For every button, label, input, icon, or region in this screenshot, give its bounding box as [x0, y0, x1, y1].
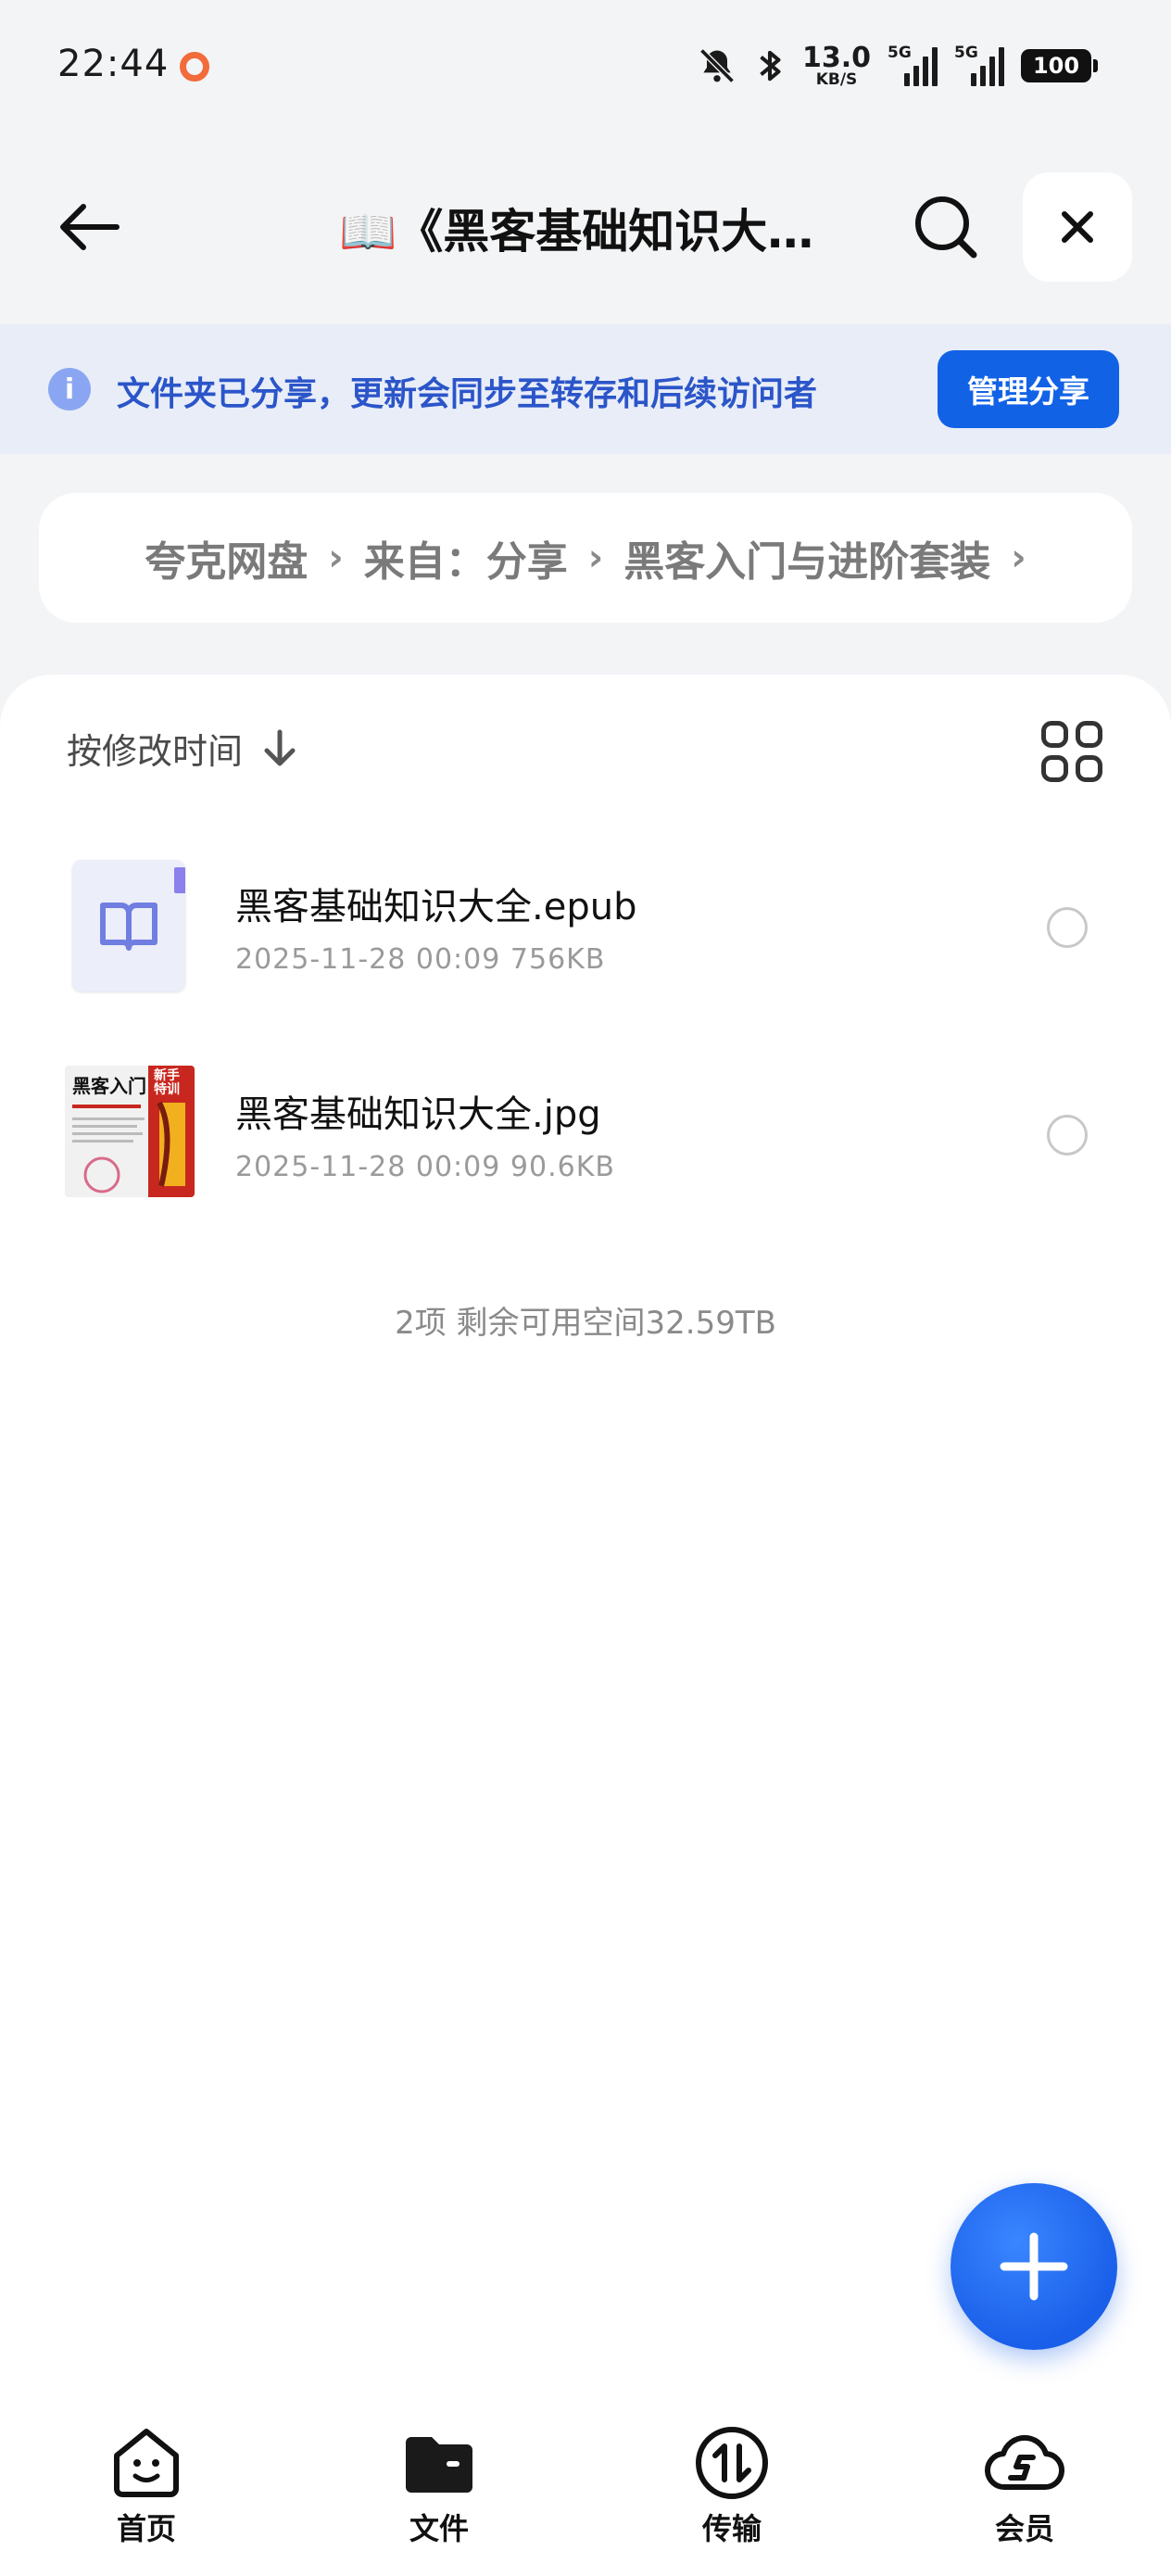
manage-share-button[interactable]: 管理分享: [938, 350, 1119, 428]
epub-file-icon: [72, 860, 185, 991]
page-title: 📖《黑客基础知识大全》: [339, 205, 821, 259]
bottom-nav: 首页 文件 传输 会员: [0, 2409, 1171, 2576]
mute-bell-icon: [699, 48, 735, 83]
info-icon: i: [48, 368, 91, 410]
file-name: 黑客基础知识大全.jpg: [235, 1093, 601, 1136]
nav-item-home[interactable]: 首页: [0, 2409, 293, 2576]
book-icon: [100, 903, 157, 951]
thumb-cover-title: 黑客入门: [72, 1075, 146, 1097]
nav-label-transfer: 传输: [701, 2511, 762, 2546]
folder-icon: [406, 2437, 472, 2493]
recording-indicator-icon: [180, 52, 209, 82]
arrow-down-icon: [264, 729, 296, 765]
close-button[interactable]: [1023, 172, 1132, 282]
file-name: 黑客基础知识大全.epub: [235, 886, 637, 928]
file-meta: 2025-11-28 00:09 756KB: [235, 943, 606, 976]
status-time: 22:44: [57, 43, 170, 85]
thumb-cover-badge: 新手特训: [154, 1068, 180, 1098]
back-button[interactable]: [46, 185, 130, 269]
breadcrumb: 夸克网盘 › 来自：分享 › 黑客入门与进阶套装 ›: [39, 493, 1132, 623]
list-summary: 2项 剩余可用空间32.59TB: [395, 1305, 776, 1342]
grid-view-button[interactable]: [1041, 721, 1102, 782]
transfer-icon: [696, 2427, 768, 2499]
network-speed: 13.0 KB/S: [801, 41, 871, 89]
signal-icon-2: 5G: [954, 44, 1004, 86]
close-icon: [1062, 211, 1093, 243]
nav-label-vip: 会员: [994, 2511, 1054, 2546]
file-meta: 2025-11-28 00:09 90.6KB: [235, 1151, 615, 1183]
bluetooth-icon: [760, 50, 781, 82]
nav-label-files: 文件: [409, 2511, 469, 2546]
signal-icon: 5G: [888, 44, 938, 86]
breadcrumb-item-folder[interactable]: 黑客入门与进阶套装: [623, 528, 990, 587]
arrow-left-icon: [60, 204, 120, 250]
nav-label-home: 首页: [116, 2511, 176, 2546]
share-banner-text: 文件夹已分享，更新会同步至转存和后续访问者: [117, 375, 818, 413]
nav-item-vip[interactable]: 会员: [878, 2409, 1171, 2576]
select-checkbox[interactable]: [1047, 907, 1088, 948]
sort-label: 按修改时间: [67, 731, 244, 772]
breadcrumb-item-root[interactable]: 夸克网盘: [145, 528, 308, 587]
status-icons: 13.0 KB/S 5G 5G 100: [697, 41, 1098, 91]
chevron-right-icon: ›: [587, 537, 604, 579]
nav-item-transfer[interactable]: 传输: [586, 2409, 878, 2576]
chevron-right-icon: ›: [328, 537, 344, 579]
battery-icon: 100: [1021, 49, 1098, 82]
image-thumbnail: 黑客入门 新手特训: [65, 1066, 195, 1197]
home-face-icon: [114, 2429, 179, 2497]
nav-item-files[interactable]: 文件: [293, 2409, 586, 2576]
search-icon: [915, 196, 977, 259]
search-button[interactable]: [906, 185, 986, 269]
grid-view-icon: [1041, 721, 1068, 748]
add-button[interactable]: [951, 2183, 1117, 2350]
chevron-right-icon: ›: [1011, 537, 1026, 579]
sort-button[interactable]: 按修改时间: [67, 723, 298, 774]
plus-icon: [1000, 2232, 1068, 2301]
cloud-vip-icon: [984, 2434, 1065, 2491]
select-checkbox[interactable]: [1047, 1115, 1088, 1155]
breadcrumb-item-share[interactable]: 来自：分享: [364, 528, 568, 587]
